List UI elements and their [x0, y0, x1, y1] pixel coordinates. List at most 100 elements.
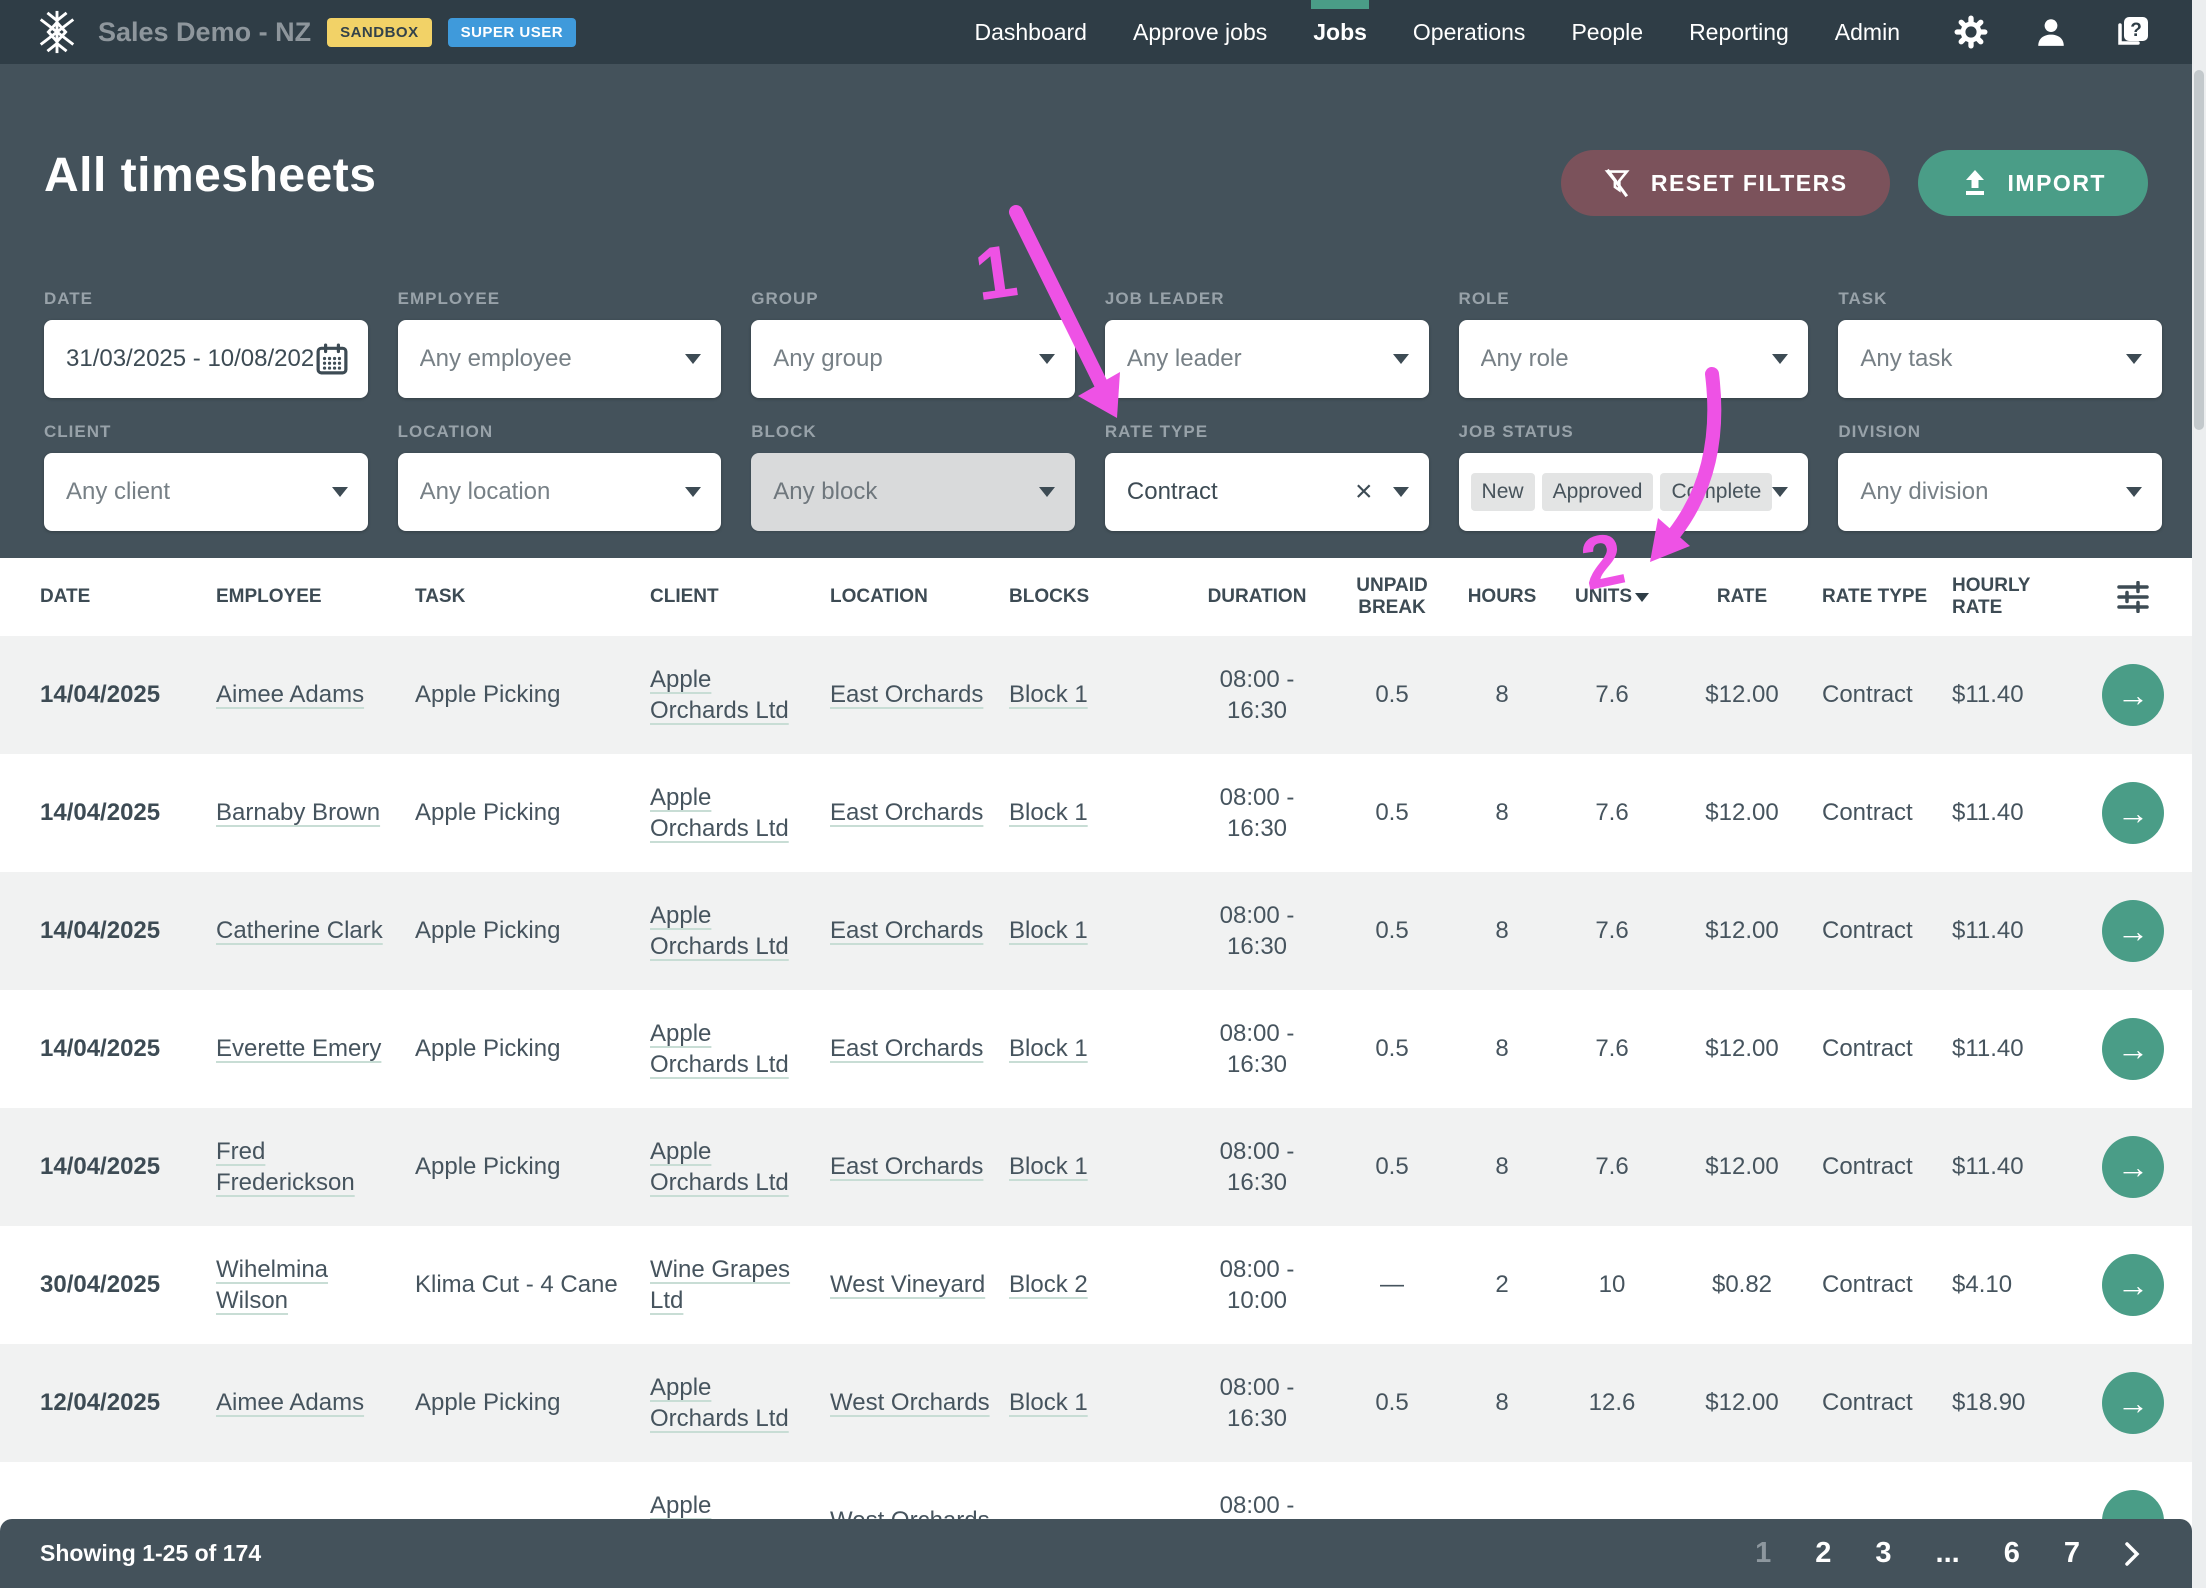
vertical-scrollbar-thumb[interactable] [2194, 70, 2204, 430]
cell-unpaid-break: 0.5 [1342, 1108, 1442, 1226]
nav-item-people[interactable]: People [1571, 0, 1643, 64]
clear-x-icon[interactable]: × [1355, 477, 1373, 507]
task-select[interactable]: Any task [1838, 320, 2162, 398]
job-status-select[interactable]: New Approved Complete [1459, 453, 1809, 531]
job-status-filter-label: JOB STATUS [1459, 422, 1809, 442]
column-header-blocks[interactable]: BLOCKS [1009, 586, 1172, 608]
group-select[interactable]: Any group [751, 320, 1075, 398]
nav-item-approve-jobs[interactable]: Approve jobs [1133, 0, 1267, 64]
nav-item-jobs[interactable]: Jobs [1313, 0, 1367, 64]
task-filter-label: TASK [1838, 289, 2162, 309]
client-link[interactable]: Apple Orchards Ltd [650, 900, 814, 962]
column-header-hourly-rate[interactable]: HOURLY RATE [1952, 575, 2082, 619]
job-leader-select[interactable]: Any leader [1105, 320, 1429, 398]
location-link[interactable]: East Orchards [830, 1151, 983, 1182]
nav-item-admin[interactable]: Admin [1835, 0, 1900, 64]
block-link[interactable]: Block 2 [1009, 1269, 1088, 1300]
date-range-value: 31/03/2025 - 10/08/202 [66, 345, 316, 373]
cell-units: 7.6 [1562, 754, 1662, 872]
column-header-client[interactable]: CLIENT [650, 586, 830, 608]
employee-link[interactable]: Aimee Adams [216, 1387, 364, 1418]
column-header-rate-type[interactable]: RATE TYPE [1822, 586, 1952, 608]
employee-select[interactable]: Any employee [398, 320, 722, 398]
column-header-date[interactable]: DATE [40, 586, 216, 608]
location-link[interactable]: West Vineyard [830, 1269, 985, 1300]
page-7[interactable]: 7 [2064, 1537, 2080, 1570]
arrow-right-icon: → [2117, 1267, 2149, 1304]
open-timesheet-button[interactable]: → [2102, 1136, 2164, 1198]
help-docs-icon[interactable]: ? [2114, 15, 2150, 49]
client-link[interactable]: Apple Orchards Ltd [650, 782, 814, 844]
cell-rate-type: Contract [1822, 1344, 1952, 1462]
client-link[interactable]: Apple Orchards Ltd [650, 1018, 814, 1080]
cell-rate: $12.00 [1662, 872, 1822, 990]
block-link[interactable]: Block 1 [1009, 679, 1088, 710]
client-link[interactable]: Apple Orchards Ltd [650, 1136, 814, 1198]
cell-duration: 08:00 - 16:30 [1172, 872, 1342, 990]
open-timesheet-button[interactable]: → [2102, 900, 2164, 962]
user-account-icon[interactable] [2034, 15, 2068, 49]
open-timesheet-button[interactable]: → [2102, 782, 2164, 844]
column-header-hours[interactable]: HOURS [1442, 586, 1562, 608]
cell-task: Apple Picking [415, 990, 650, 1108]
cell-unpaid-break: 0.5 [1342, 636, 1442, 754]
client-select[interactable]: Any client [44, 453, 368, 531]
employee-link[interactable]: Barnaby Brown [216, 797, 380, 828]
block-link[interactable]: Block 1 [1009, 1033, 1088, 1064]
block-link[interactable]: Block 1 [1009, 1151, 1088, 1182]
page-2[interactable]: 2 [1815, 1537, 1831, 1570]
block-link[interactable]: Block 1 [1009, 797, 1088, 828]
reset-filters-button[interactable]: RESET FILTERS [1561, 150, 1890, 216]
import-button[interactable]: IMPORT [1918, 150, 2148, 216]
settings-gear-icon[interactable] [1954, 15, 1988, 49]
location-select[interactable]: Any location [398, 453, 722, 531]
next-page-button[interactable] [2124, 1541, 2140, 1567]
location-link[interactable]: West Orchards [830, 1387, 990, 1418]
employee-link[interactable]: Catherine Clark [216, 915, 383, 946]
open-timesheet-button[interactable]: → [2102, 1254, 2164, 1316]
task-select-value: Any task [1860, 345, 2126, 373]
date-range-input[interactable]: 31/03/2025 - 10/08/202 [44, 320, 368, 398]
column-settings-button[interactable] [2082, 581, 2184, 613]
open-timesheet-button[interactable]: → [2102, 1018, 2164, 1080]
chevron-down-icon [685, 487, 701, 497]
role-select[interactable]: Any role [1459, 320, 1809, 398]
block-link[interactable]: Block 1 [1009, 1387, 1088, 1418]
page-6[interactable]: 6 [2004, 1537, 2020, 1570]
column-header-rate[interactable]: RATE [1662, 586, 1822, 608]
location-link[interactable]: East Orchards [830, 915, 983, 946]
client-link[interactable]: Apple Orchards Ltd [650, 664, 814, 726]
block-link[interactable]: Block 1 [1009, 915, 1088, 946]
column-header-task[interactable]: TASK [415, 586, 650, 608]
page-1[interactable]: 1 [1755, 1537, 1771, 1570]
employee-link[interactable]: Wihelmina Wilson [216, 1254, 399, 1316]
column-header-location[interactable]: LOCATION [830, 586, 1009, 608]
nav-item-dashboard[interactable]: Dashboard [974, 0, 1087, 64]
employee-link[interactable]: Fred Frederickson [216, 1136, 399, 1198]
open-timesheet-button[interactable]: → [2102, 1372, 2164, 1434]
page-3[interactable]: 3 [1875, 1537, 1891, 1570]
nav-item-reporting[interactable]: Reporting [1689, 0, 1789, 64]
column-header-units[interactable]: UNITS [1562, 586, 1662, 608]
employee-link[interactable]: Aimee Adams [216, 679, 364, 710]
client-link[interactable]: Wine Grapes Ltd [650, 1254, 814, 1316]
column-header-employee[interactable]: EMPLOYEE [216, 586, 415, 608]
column-header-duration[interactable]: DURATION [1172, 586, 1342, 608]
employee-link[interactable]: Everette Emery [216, 1033, 381, 1064]
cell-blocks: Block 1 [1009, 990, 1172, 1108]
location-link[interactable]: East Orchards [830, 679, 983, 710]
location-link[interactable]: East Orchards [830, 1033, 983, 1064]
column-header-unpaid-break[interactable]: UNPAID BREAK [1342, 575, 1442, 619]
nav-item-operations[interactable]: Operations [1413, 0, 1526, 64]
page-ellipsis[interactable]: ... [1936, 1537, 1960, 1570]
rate-type-select[interactable]: Contract × [1105, 453, 1429, 531]
cell-location: East Orchards [830, 990, 1009, 1108]
cell-duration: 08:00 - 16:30 [1172, 1108, 1342, 1226]
client-link[interactable]: Apple Orchards Ltd [650, 1372, 814, 1434]
location-link[interactable]: East Orchards [830, 797, 983, 828]
open-timesheet-button[interactable]: → [2102, 664, 2164, 726]
division-select[interactable]: Any division [1838, 453, 2162, 531]
cell-task: Apple Picking [415, 1344, 650, 1462]
arrow-right-icon: → [2117, 677, 2149, 714]
arrow-right-icon: → [2117, 913, 2149, 950]
